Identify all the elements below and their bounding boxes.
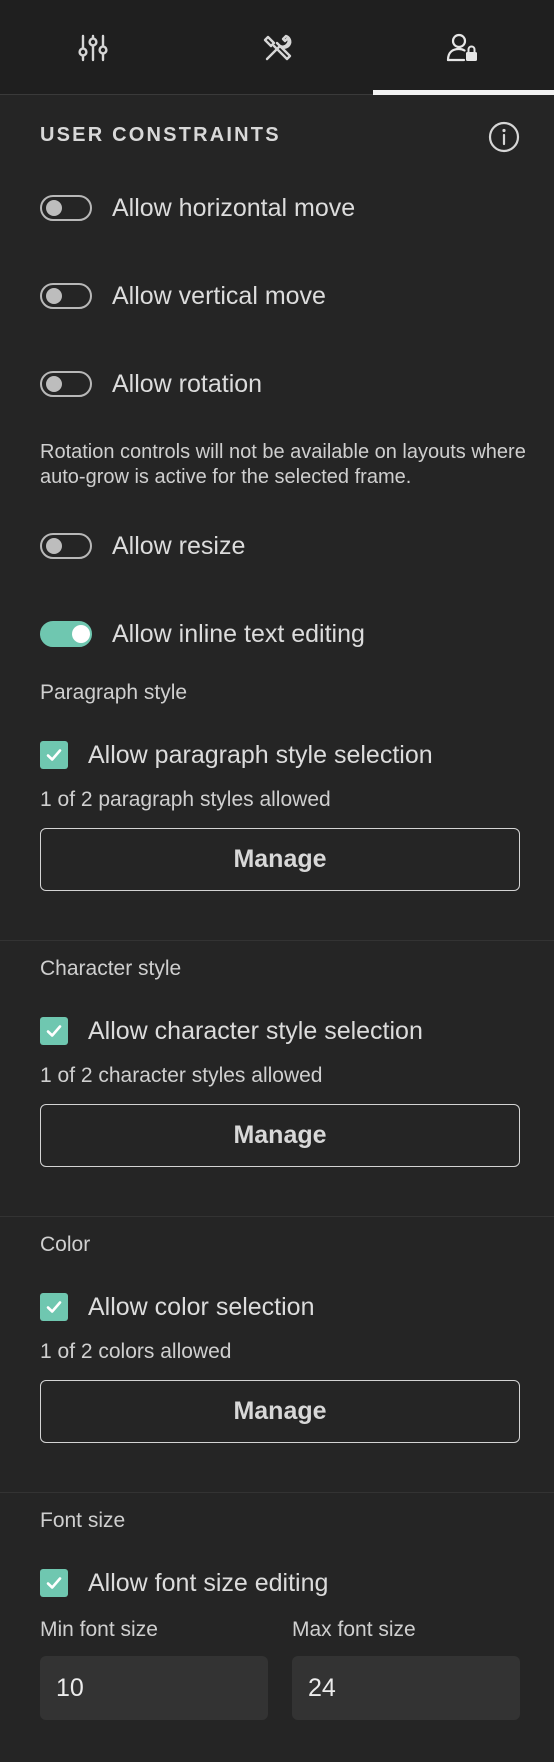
character-style-count: 1 of 2 character styles allowed <box>40 1064 323 1087</box>
manage-character-styles-button[interactable]: Manage <box>40 1104 520 1167</box>
font-size-checkbox-label: Allow font size editing <box>88 1568 329 1597</box>
character-style-checkbox-label: Allow character style selection <box>88 1016 423 1045</box>
character-style-check-row: Allow character style selection <box>40 1015 423 1047</box>
toggle-row-horizontal-move: Allow horizontal move <box>40 190 355 226</box>
min-font-size-input[interactable] <box>40 1656 268 1720</box>
toggle-row-vertical-move: Allow vertical move <box>40 278 326 314</box>
min-font-size-label: Min font size <box>40 1618 158 1641</box>
color-checkbox-label: Allow color selection <box>88 1292 315 1321</box>
tab-user-constraints[interactable] <box>370 0 554 95</box>
vertical-move-toggle[interactable] <box>40 283 92 309</box>
color-check-row: Allow color selection <box>40 1291 315 1323</box>
user-lock-icon <box>446 33 477 61</box>
horizontal-move-label: Allow horizontal move <box>112 193 356 222</box>
toggle-row-resize: Allow resize <box>40 528 245 564</box>
divider <box>0 1216 554 1217</box>
color-checkbox[interactable] <box>40 1293 68 1321</box>
sliders-icon <box>77 34 108 61</box>
rotation-toggle[interactable] <box>40 371 92 397</box>
tools-icon <box>263 34 291 60</box>
resize-toggle[interactable] <box>40 533 92 559</box>
tab-tools[interactable] <box>185 0 370 95</box>
rotation-note: Rotation controls will not be available … <box>40 441 526 488</box>
rotation-label: Allow rotation <box>112 369 263 398</box>
section-title: USER CONSTRAINTS <box>40 124 281 146</box>
character-style-checkbox[interactable] <box>40 1017 68 1045</box>
max-font-size-input[interactable] <box>292 1656 520 1720</box>
paragraph-style-heading: Paragraph style <box>40 681 188 704</box>
active-tab-indicator <box>373 90 554 95</box>
toggle-row-inline-text: Allow inline text editing <box>40 616 365 652</box>
font-size-check-row: Allow font size editing <box>40 1567 328 1599</box>
color-count: 1 of 2 colors allowed <box>40 1340 232 1363</box>
checkmark-icon <box>46 749 62 761</box>
checkmark-icon <box>46 1577 62 1589</box>
manage-paragraph-styles-button[interactable]: Manage <box>40 828 520 891</box>
inline-text-toggle[interactable] <box>40 621 92 647</box>
max-font-size-label: Max font size <box>292 1618 416 1641</box>
color-heading: Color <box>40 1233 91 1256</box>
resize-label: Allow resize <box>112 531 246 560</box>
paragraph-style-checkbox-label: Allow paragraph style selection <box>88 740 433 769</box>
paragraph-style-count: 1 of 2 paragraph styles allowed <box>40 788 331 811</box>
checkmark-icon <box>46 1025 62 1037</box>
paragraph-style-checkbox[interactable] <box>40 741 68 769</box>
paragraph-style-check-row: Allow paragraph style selection <box>40 739 433 771</box>
toggle-row-rotation: Allow rotation <box>40 366 262 402</box>
character-style-heading: Character style <box>40 957 182 980</box>
horizontal-move-toggle[interactable] <box>40 195 92 221</box>
tab-properties[interactable] <box>0 0 185 95</box>
divider <box>0 940 554 941</box>
divider <box>0 1492 554 1493</box>
font-size-checkbox[interactable] <box>40 1569 68 1597</box>
inline-text-label: Allow inline text editing <box>112 619 365 648</box>
vertical-move-label: Allow vertical move <box>112 281 326 310</box>
font-size-heading: Font size <box>40 1509 126 1532</box>
checkmark-icon <box>46 1301 62 1313</box>
manage-colors-button[interactable]: Manage <box>40 1380 520 1443</box>
panel-tabbar <box>0 0 554 95</box>
info-icon[interactable] <box>487 120 521 154</box>
